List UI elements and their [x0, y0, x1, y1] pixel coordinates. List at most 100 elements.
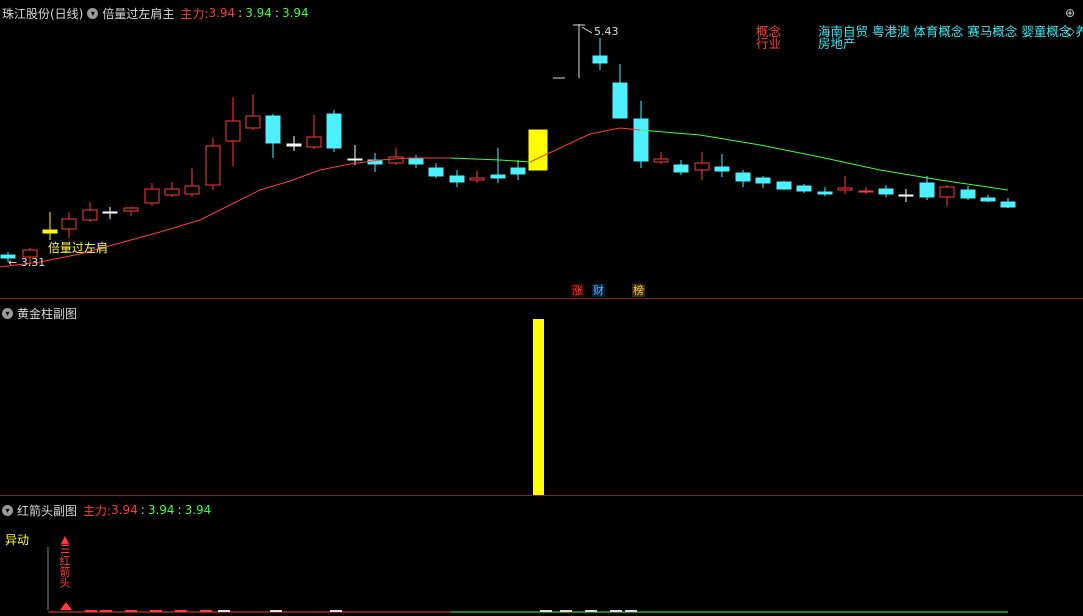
candle-30: [612, 82, 628, 119]
high-marker-arrow: [581, 26, 593, 34]
marker-bar-1: [100, 610, 112, 612]
chevron-down-icon[interactable]: ▾: [2, 307, 13, 319]
separator: :: [274, 6, 279, 20]
candle-46: [939, 186, 955, 198]
marker-bar-9: [540, 610, 552, 612]
candle-36: [735, 172, 751, 182]
candle-47: [960, 189, 976, 199]
marker-bar-12: [610, 610, 622, 612]
concept-list[interactable]: 海南自贸 粤港澳 体育概念 赛马概念 婴童概念 养老概: [818, 24, 1083, 39]
red-arrow-pane[interactable]: ▾ 红箭头副图 主力: 3.94 : 3.94 : 3.94 异动 ▲ ☰ 红箭头: [0, 497, 1083, 616]
volume-pane-title[interactable]: 黄金柱副图: [17, 305, 77, 322]
candle-26: [528, 129, 548, 171]
red-arrow-label: ▲ ☰ 红箭头: [58, 533, 71, 588]
candle-3: [61, 218, 77, 230]
signal-text: 倍量过左肩: [48, 240, 108, 255]
mainforce-label: 主力:: [180, 6, 209, 21]
indicator-name[interactable]: 倍量过左肩主: [102, 5, 174, 22]
candle-19: [388, 156, 404, 164]
candle-24: [490, 174, 506, 179]
candle-35: [714, 166, 730, 172]
candle-11: [225, 120, 241, 142]
marker-bar-10: [560, 610, 572, 612]
marker-bar-6: [218, 610, 230, 612]
mainforce-value-3: 3.94: [184, 503, 212, 517]
candle-22: [449, 175, 465, 183]
mainforce-label: 主力:: [83, 503, 112, 518]
candle-44: [898, 194, 914, 197]
marker-bar-8: [330, 610, 342, 612]
mainforce-value-1: 3.94: [208, 6, 236, 20]
arrow-pane-title[interactable]: 红箭头副图: [17, 502, 77, 519]
separator: :: [238, 6, 243, 20]
main-chart-pane[interactable]: 5.43 ← 3.31 倍量过左肩 珠江股份(日线) ▾ 倍量过左肩主 主力: 3.…: [0, 0, 1083, 298]
industry-label: 行业: [756, 36, 782, 51]
candle-40: [817, 191, 833, 195]
candle-5: [102, 211, 118, 214]
candle-39: [796, 185, 812, 192]
candle-32: [653, 158, 669, 163]
candle-23: [469, 177, 485, 181]
candle-8: [164, 188, 180, 196]
marker-bar-5: [200, 610, 212, 612]
candle-6: [123, 207, 139, 212]
candle-21: [428, 167, 444, 177]
candle-9: [184, 185, 200, 195]
candle-20: [408, 158, 424, 165]
candle-15: [306, 136, 322, 148]
ma-line-falling: [639, 129, 1009, 191]
arrow-header: ▾ 红箭头副图 主力: 3.94 : 3.94 : 3.94: [2, 502, 211, 518]
chevron-down-icon[interactable]: ▾: [2, 504, 13, 516]
candle-41: [837, 187, 853, 191]
marker-bar-3: [150, 610, 162, 612]
candle-13: [265, 115, 281, 144]
marker-bar-0: [85, 610, 97, 612]
candle-12: [245, 115, 261, 129]
candle-38: [776, 181, 792, 190]
main-header: 珠江股份(日线) ▾ 倍量过左肩主 主力: 3.94 : 3.94 : 3.94: [2, 5, 309, 21]
candle-10: [205, 145, 221, 186]
candle-25: [510, 167, 526, 175]
mainforce-value-2: 3.94: [245, 6, 272, 20]
candle-7: [144, 188, 160, 204]
high-price-marker: 5.43: [594, 25, 619, 38]
candle-29: [592, 55, 608, 64]
candle-2: [42, 229, 58, 234]
golden-pillar: [533, 319, 544, 495]
red-arrow-text: 红箭头: [58, 555, 71, 588]
candle-49: [1000, 201, 1016, 208]
candle-4: [82, 209, 98, 221]
pane-divider[interactable]: [0, 298, 1083, 299]
separator: :: [177, 503, 182, 517]
candle-43: [878, 188, 894, 195]
marker-bar-2: [125, 610, 137, 612]
mainforce-value-2: 3.94: [147, 503, 175, 517]
tag-bang[interactable]: 榜: [632, 284, 645, 297]
volume-header: ▾ 黄金柱副图: [2, 305, 77, 321]
tag-cai[interactable]: 财: [592, 284, 605, 297]
zoom-icon[interactable]: ⊕: [1065, 7, 1075, 19]
candle-42: [858, 190, 874, 193]
low-price-marker: ← 3.31: [8, 256, 45, 269]
marker-bar-4: [175, 610, 187, 612]
red-arrow-icon: [60, 602, 72, 610]
tag-zhang[interactable]: 涨: [571, 284, 584, 297]
candle-34: [694, 162, 710, 171]
candle-45: [919, 182, 935, 198]
chevron-down-icon[interactable]: ▾: [87, 7, 99, 19]
golden-pillar-chart: [533, 319, 544, 495]
candle-31: [633, 118, 649, 162]
marker-bar-11: [585, 610, 597, 612]
mainforce-value-1: 3.94: [111, 503, 138, 517]
candle-14: [286, 143, 302, 147]
stock-title: 珠江股份(日线): [2, 6, 84, 21]
signal-label: 异动: [5, 533, 30, 547]
marker-bar-13: [625, 610, 637, 612]
candle-16: [326, 113, 342, 149]
industry-value[interactable]: 房地产: [818, 36, 856, 51]
pane-divider[interactable]: [0, 495, 1083, 496]
diamond-icon[interactable]: ◇: [1065, 25, 1074, 37]
golden-pillar-pane[interactable]: ▾ 黄金柱副图: [0, 300, 1083, 495]
marker-bar-7: [270, 610, 282, 612]
concept-block: 概念 海南自贸 粤港澳 体育概念 赛马概念 婴童概念 养老概 行业 房地产: [756, 24, 1083, 51]
